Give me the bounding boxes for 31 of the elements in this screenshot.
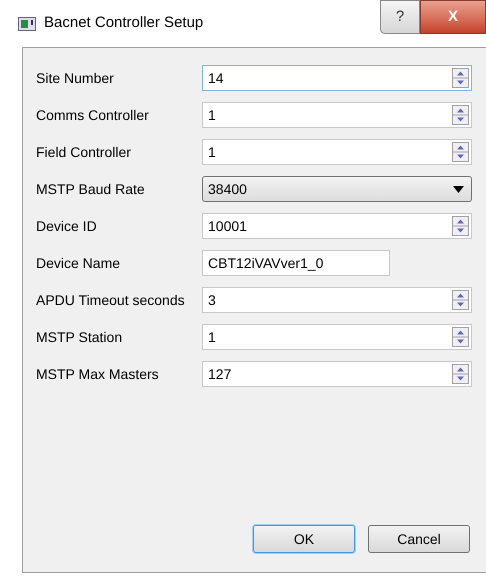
spin-arrows-icon[interactable] xyxy=(452,216,469,236)
spin-box[interactable]: 1 xyxy=(202,102,472,128)
dropdown-arrow-icon[interactable] xyxy=(453,186,464,192)
spin-arrows-icon[interactable] xyxy=(452,142,469,162)
field-label: Device Name xyxy=(36,254,122,272)
spin-arrows-icon[interactable] xyxy=(452,68,469,88)
spin-arrows-icon[interactable] xyxy=(452,105,469,125)
field-label: APDU Timeout seconds xyxy=(36,290,186,310)
field-label: MSTP Station xyxy=(36,328,124,346)
spin-arrows-icon[interactable] xyxy=(452,364,469,384)
window-title: Bacnet Controller Setup xyxy=(44,13,204,34)
spin-box[interactable]: 10001 xyxy=(202,213,472,239)
field-label: Field Controller xyxy=(36,142,132,162)
spin-box[interactable]: 3 xyxy=(202,287,472,313)
spin-box[interactable]: 14 xyxy=(202,65,472,91)
spin-arrows-icon[interactable] xyxy=(452,327,469,347)
field-label: Comms Controller xyxy=(36,106,150,124)
spin-arrows-icon[interactable] xyxy=(452,290,469,310)
dropdown[interactable]: 38400 xyxy=(202,176,472,202)
spin-box[interactable]: 127 xyxy=(202,361,472,387)
field-label: MSTP Baud Rate xyxy=(36,180,146,198)
app-icon xyxy=(18,16,36,30)
field-label: Site Number xyxy=(36,68,115,88)
field-label: Device ID xyxy=(36,216,98,236)
input-field[interactable]: CBT12iVAVver1_0 xyxy=(202,250,390,276)
field-label: MSTP Max Masters xyxy=(36,364,160,384)
help-button[interactable]: ? xyxy=(380,0,420,34)
spin-box[interactable]: 1 xyxy=(202,139,472,165)
spin-box[interactable]: 1 xyxy=(202,324,472,350)
dialog-button[interactable]: OK xyxy=(253,525,355,553)
dialog-button[interactable]: Cancel xyxy=(368,525,470,553)
